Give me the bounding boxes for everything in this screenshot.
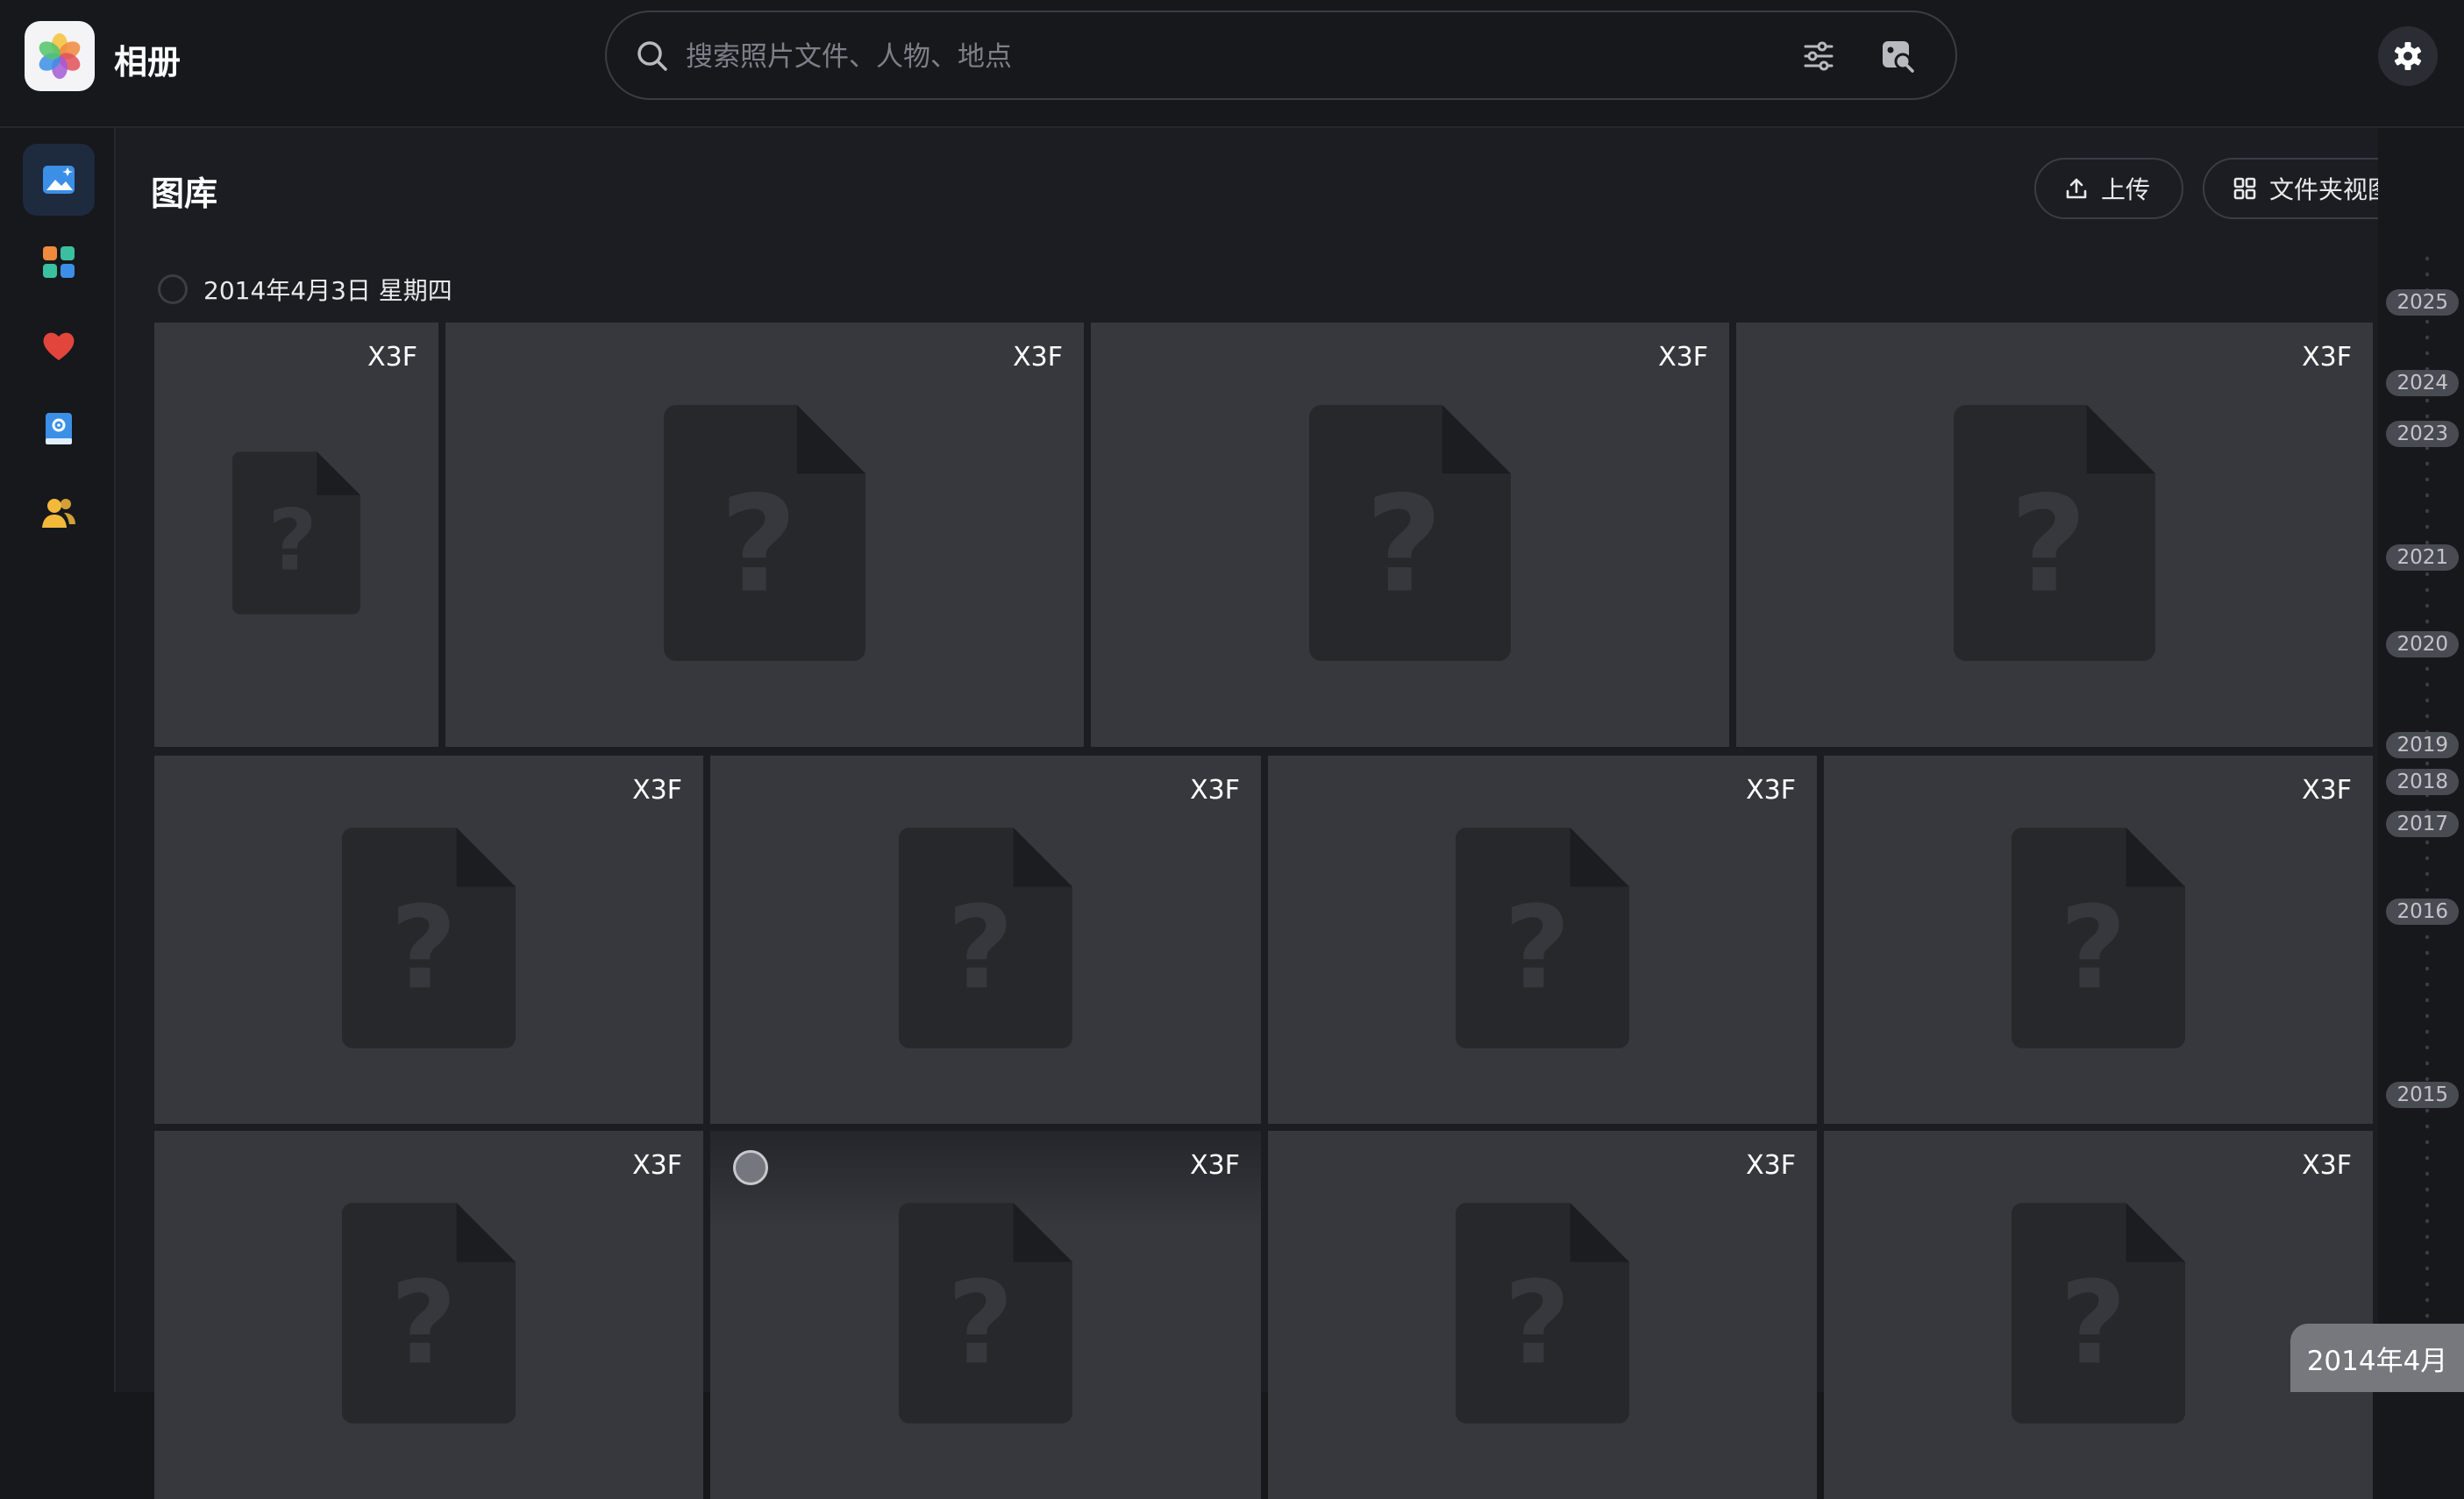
file-format-badge: X3F bbox=[2302, 342, 2352, 373]
photo-tile[interactable]: ? X3F bbox=[1824, 1131, 2373, 1499]
search-bar[interactable] bbox=[605, 11, 1957, 100]
sidebar-item-favorites[interactable] bbox=[23, 310, 95, 382]
svg-text:?: ? bbox=[947, 881, 1014, 1014]
file-format-badge: X3F bbox=[1746, 1150, 1796, 1181]
timeline-year[interactable]: 2019 bbox=[2386, 732, 2459, 758]
settings-button[interactable] bbox=[2378, 26, 2438, 86]
upload-button[interactable]: 上传 bbox=[2034, 158, 2183, 219]
filter-sliders-icon[interactable] bbox=[1801, 39, 1836, 74]
unknown-file-icon: ? bbox=[1456, 1203, 1629, 1427]
svg-text:?: ? bbox=[720, 467, 797, 622]
timeline-year[interactable]: 2020 bbox=[2386, 631, 2459, 657]
timeline-year[interactable]: 2021 bbox=[2386, 544, 2459, 571]
search-icon bbox=[637, 41, 667, 71]
unknown-file-icon: ? bbox=[899, 1203, 1072, 1427]
gear-icon bbox=[2394, 42, 2422, 70]
app-title: 相册 bbox=[114, 43, 182, 82]
upload-icon bbox=[2066, 178, 2087, 199]
photo-library-icon bbox=[43, 166, 75, 194]
unknown-file-icon: ? bbox=[1456, 828, 1629, 1052]
unknown-file-icon: ? bbox=[342, 828, 516, 1052]
sidebar-item-storage[interactable] bbox=[23, 393, 95, 465]
photo-tile[interactable]: ? X3F bbox=[154, 756, 703, 1124]
year-timeline-scrubber[interactable]: 2025 2024 2023 2021 2020 2019 2018 2017 … bbox=[2378, 128, 2464, 1392]
grid-icon bbox=[2233, 177, 2256, 200]
sidebar-item-library[interactable] bbox=[23, 144, 95, 216]
unknown-file-icon: ? bbox=[342, 1203, 516, 1427]
photo-tile[interactable]: ? X3F bbox=[1824, 756, 2373, 1124]
photo-tile[interactable]: ? X3F bbox=[154, 1131, 703, 1499]
photo-tile[interactable]: ? X3F bbox=[1268, 1131, 1817, 1499]
svg-text:?: ? bbox=[2060, 881, 2126, 1014]
svg-text:?: ? bbox=[2010, 467, 2087, 622]
file-format-badge: X3F bbox=[1190, 1150, 1240, 1181]
search-input[interactable] bbox=[684, 30, 1652, 84]
timeline-year[interactable]: 2016 bbox=[2386, 899, 2459, 925]
photo-tile-hovered[interactable]: ? X3F bbox=[710, 1131, 1261, 1499]
sidebar bbox=[0, 128, 116, 1392]
svg-text:?: ? bbox=[947, 1256, 1014, 1389]
top-bar: 相册 bbox=[0, 0, 2464, 128]
heart-icon bbox=[43, 332, 75, 360]
unknown-file-icon: ? bbox=[899, 828, 1072, 1052]
svg-text:?: ? bbox=[390, 881, 457, 1014]
page-title: 图库 bbox=[151, 174, 218, 213]
photo-tile[interactable]: ? X3F bbox=[1736, 323, 2373, 747]
file-format-badge: X3F bbox=[1190, 775, 1240, 806]
file-format-badge: X3F bbox=[1013, 342, 1063, 373]
file-format-badge: X3F bbox=[632, 775, 682, 806]
svg-text:?: ? bbox=[268, 492, 317, 590]
photo-tile[interactable]: ? X3F bbox=[154, 323, 438, 747]
file-format-badge: X3F bbox=[1658, 342, 1708, 373]
file-format-badge: X3F bbox=[2302, 1150, 2352, 1181]
select-date-group-radio[interactable] bbox=[158, 274, 188, 304]
svg-text:?: ? bbox=[1365, 467, 1442, 622]
file-format-badge: X3F bbox=[2302, 775, 2352, 806]
timeline-year[interactable]: 2024 bbox=[2386, 370, 2459, 396]
people-icon bbox=[42, 499, 75, 528]
select-photo-checkbox[interactable] bbox=[733, 1150, 768, 1185]
unknown-file-icon: ? bbox=[2012, 1203, 2185, 1427]
photo-tile[interactable]: ? X3F bbox=[1091, 323, 1729, 747]
file-format-badge: X3F bbox=[632, 1150, 682, 1181]
timeline-year[interactable]: 2015 bbox=[2386, 1082, 2459, 1108]
date-group-label: 2014年4月3日 星期四 bbox=[203, 276, 452, 305]
timeline-year[interactable]: 2023 bbox=[2386, 421, 2459, 447]
upload-label: 上传 bbox=[2101, 175, 2151, 204]
image-search-icon[interactable] bbox=[1880, 39, 1915, 74]
main-content: 图库 上传 文件夹视图 2014年4月3日 星期四 ? X3F ? X3F ? … bbox=[116, 128, 2464, 1499]
current-month-indicator: 2014年4月 bbox=[2290, 1324, 2464, 1392]
unknown-file-icon: ? bbox=[1954, 405, 2155, 664]
photo-tile[interactable]: ? X3F bbox=[1268, 756, 1817, 1124]
timeline-year[interactable]: 2018 bbox=[2386, 769, 2459, 795]
svg-text:?: ? bbox=[390, 1256, 457, 1389]
unknown-file-icon: ? bbox=[232, 451, 360, 618]
folder-view-label: 文件夹视图 bbox=[2269, 175, 2393, 204]
timeline-track bbox=[2425, 251, 2429, 1346]
sidebar-item-people[interactable] bbox=[23, 477, 95, 549]
photo-tile[interactable]: ? X3F bbox=[710, 756, 1261, 1124]
file-format-badge: X3F bbox=[367, 342, 417, 373]
unknown-file-icon: ? bbox=[1309, 405, 1511, 664]
disk-icon bbox=[46, 413, 72, 444]
sidebar-item-albums[interactable] bbox=[23, 226, 95, 298]
svg-text:?: ? bbox=[2060, 1256, 2126, 1389]
timeline-year[interactable]: 2017 bbox=[2386, 811, 2459, 837]
photos-app-logo[interactable] bbox=[25, 21, 95, 91]
albums-icon bbox=[43, 246, 75, 278]
svg-text:?: ? bbox=[1504, 1256, 1570, 1389]
timeline-year[interactable]: 2025 bbox=[2386, 289, 2459, 316]
photo-tile[interactable]: ? X3F bbox=[445, 323, 1084, 747]
svg-text:?: ? bbox=[1504, 881, 1570, 1014]
photo-grid: ? X3F ? X3F ? X3F ? X3F ? X3F ? X3F ? X3… bbox=[154, 323, 2373, 1499]
date-group-header: 2014年4月3日 星期四 bbox=[158, 272, 452, 307]
pinwheel-logo-icon bbox=[39, 33, 81, 79]
file-format-badge: X3F bbox=[1746, 775, 1796, 806]
unknown-file-icon: ? bbox=[2012, 828, 2185, 1052]
unknown-file-icon: ? bbox=[664, 405, 865, 664]
